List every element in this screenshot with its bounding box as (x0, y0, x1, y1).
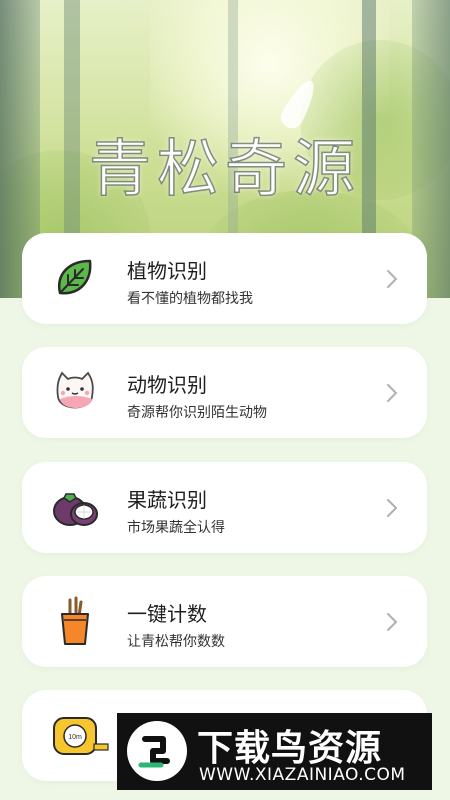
plant-recognition-card[interactable]: 植物识别 看不懂的植物都找我 (22, 233, 427, 324)
card-label: 动物识别 (127, 373, 207, 397)
chevron-right-icon (385, 382, 399, 404)
cat-icon (50, 367, 100, 417)
watermark-banner: 下载鸟资源 WWW.XIAZAINIAO.COM (117, 713, 432, 790)
watermark-url: WWW.XIAZAINIAO.COM (199, 765, 406, 785)
one-click-count-card[interactable]: 一键计数 让青松帮你数数 (22, 576, 427, 667)
mangosteen-icon (50, 482, 100, 532)
leaf-icon (50, 253, 100, 303)
card-label: 植物识别 (127, 259, 207, 283)
bird-logo-icon (127, 721, 187, 781)
watermark-title: 下载鸟资源 (197, 728, 383, 769)
animal-recognition-card[interactable]: 动物识别 奇源帮你识别陌生动物 (22, 347, 427, 438)
chevron-right-icon (385, 611, 399, 633)
chevron-right-icon (385, 497, 399, 519)
pencil-cup-icon (50, 596, 100, 646)
card-subtitle: 看不懂的植物都找我 (127, 291, 253, 307)
tape-measure-icon: 10m (50, 710, 109, 760)
card-subtitle: 市场果蔬全认得 (127, 520, 225, 536)
card-label: 一键计数 (127, 602, 207, 626)
card-label: 果蔬识别 (127, 488, 207, 512)
card-subtitle: 让青松帮你数数 (127, 634, 225, 650)
app-title: 青松奇源 (88, 131, 361, 206)
fruit-vegetable-recognition-card[interactable]: 果蔬识别 市场果蔬全认得 (22, 462, 427, 553)
card-subtitle: 奇源帮你识别陌生动物 (127, 405, 267, 421)
chevron-right-icon (385, 268, 399, 290)
tape-measure-label: 10m (68, 734, 82, 741)
